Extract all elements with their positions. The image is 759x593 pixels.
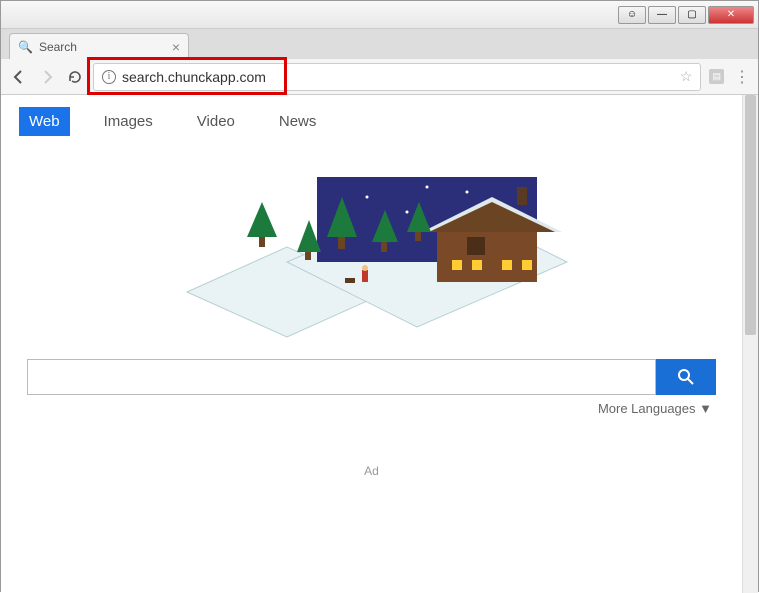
search-input[interactable] <box>27 359 656 395</box>
magnifier-icon <box>676 367 696 387</box>
more-languages-link[interactable]: More Languages ▼ <box>19 401 712 416</box>
search-category-tabs: Web Images Video News <box>19 107 724 136</box>
back-button[interactable] <box>9 67 29 87</box>
url-text: search.chunckapp.com <box>122 69 266 85</box>
bookmark-star-icon[interactable]: ☆ <box>680 68 693 85</box>
tab-video[interactable]: Video <box>187 107 245 136</box>
browser-toolbar: i search.chunckapp.com ☆ ▤ ⋮ <box>1 59 758 95</box>
ad-label: Ad <box>19 464 724 478</box>
reload-button[interactable] <box>65 67 85 87</box>
browser-tab[interactable]: 🔍 Search × <box>9 33 189 59</box>
tab-bar: 🔍 Search × <box>1 29 758 59</box>
page-content: Web Images Video News <box>1 95 742 593</box>
info-icon[interactable]: i <box>102 70 116 84</box>
tab-close-icon[interactable]: × <box>172 39 180 55</box>
tab-images[interactable]: Images <box>94 107 163 136</box>
tab-news[interactable]: News <box>269 107 327 136</box>
search-icon: 🔍 <box>18 40 33 54</box>
forward-button[interactable] <box>37 67 57 87</box>
hero-illustration <box>19 142 724 347</box>
pdf-icon[interactable]: ▤ <box>709 69 724 84</box>
search-bar <box>27 359 716 395</box>
tab-title: Search <box>39 40 77 54</box>
window-titlebar: ☺ — ▢ ✕ <box>1 1 758 29</box>
vertical-scrollbar[interactable] <box>742 95 758 593</box>
address-bar[interactable]: i search.chunckapp.com ☆ <box>93 63 701 91</box>
scrollbar-thumb[interactable] <box>745 95 756 335</box>
minimize-button[interactable]: — <box>648 6 676 24</box>
tab-web[interactable]: Web <box>19 107 70 136</box>
close-button[interactable]: ✕ <box>708 6 754 24</box>
search-button[interactable] <box>656 359 716 395</box>
user-icon[interactable]: ☺ <box>618 6 646 24</box>
chrome-menu-icon[interactable]: ⋮ <box>734 67 750 87</box>
maximize-button[interactable]: ▢ <box>678 6 706 24</box>
